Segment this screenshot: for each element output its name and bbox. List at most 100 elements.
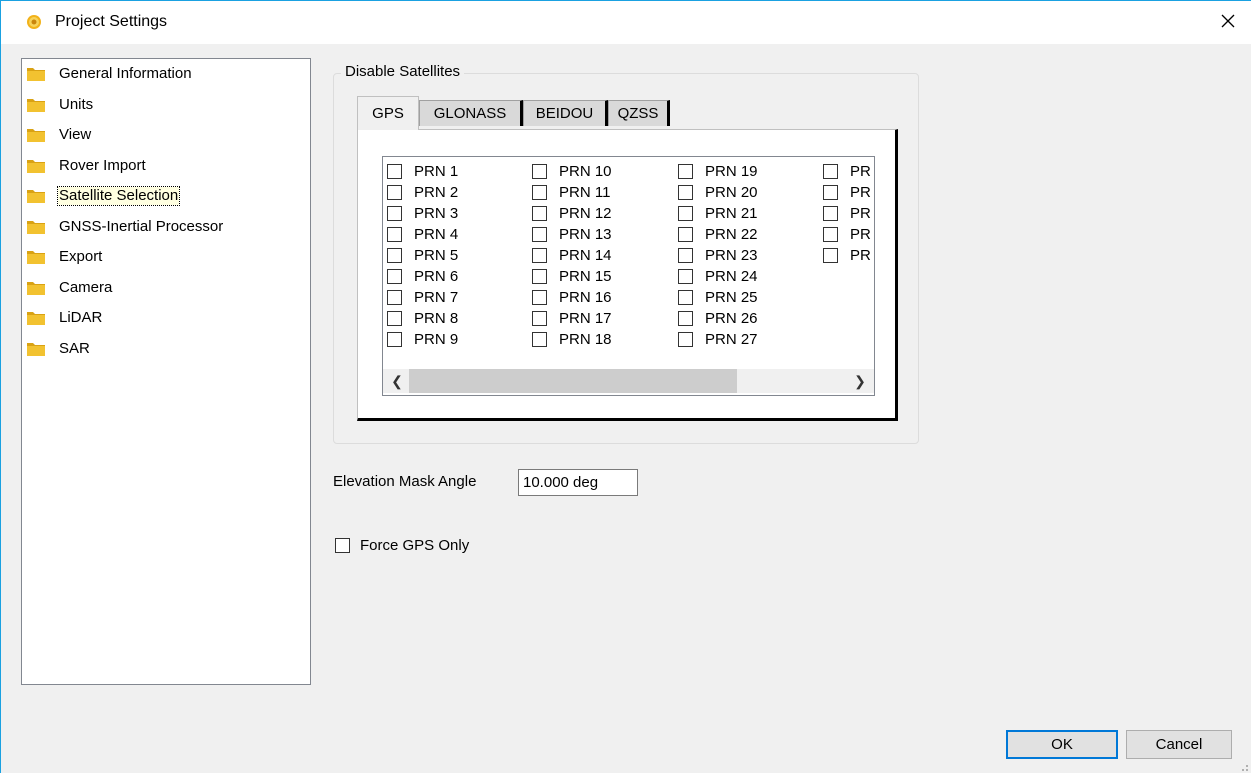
close-button[interactable] bbox=[1205, 1, 1251, 44]
checkbox[interactable] bbox=[387, 164, 402, 179]
elevation-mask-input[interactable] bbox=[518, 469, 638, 496]
checkbox[interactable] bbox=[532, 206, 547, 221]
checkbox[interactable] bbox=[387, 206, 402, 221]
tree-item-camera[interactable]: Camera bbox=[27, 278, 113, 298]
checkbox[interactable] bbox=[532, 332, 547, 347]
tree-item-view[interactable]: View bbox=[27, 125, 92, 145]
prn-checkbox[interactable]: PRN 2 bbox=[387, 182, 458, 203]
title-bar[interactable]: Project Settings bbox=[1, 1, 1251, 44]
prn-checkbox[interactable]: PRN 26 bbox=[678, 308, 758, 329]
prn-checkbox[interactable]: PRN 3 bbox=[387, 203, 458, 224]
scroll-left-icon[interactable]: ❮ bbox=[387, 371, 407, 391]
tab-glonass[interactable]: GLONASS bbox=[419, 100, 523, 126]
prn-label: PRN 2 bbox=[414, 184, 459, 201]
tree-item-label: LiDAR bbox=[59, 309, 103, 326]
scroll-thumb[interactable] bbox=[409, 369, 737, 393]
prn-checkbox[interactable]: PRN 23 bbox=[678, 245, 758, 266]
checkbox[interactable] bbox=[678, 269, 693, 284]
checkbox[interactable] bbox=[387, 290, 402, 305]
prn-checkbox[interactable]: PRN 27 bbox=[678, 329, 758, 350]
checkbox[interactable] bbox=[387, 248, 402, 263]
checkbox[interactable] bbox=[387, 227, 402, 242]
tree-item-label: GNSS-Inertial Processor bbox=[59, 217, 224, 235]
prn-checkbox[interactable]: PRN 4 bbox=[387, 224, 458, 245]
tree-item-sar[interactable]: SAR bbox=[27, 339, 91, 359]
checkbox[interactable] bbox=[823, 185, 838, 200]
force-gps-only-checkbox[interactable]: Force GPS Only bbox=[335, 537, 469, 554]
settings-tree[interactable]: General Information Units View Rover Import… bbox=[21, 58, 311, 685]
tree-item-rover-import[interactable]: Rover Import bbox=[27, 156, 147, 176]
tree-item-gnss-inertial-processor[interactable]: GNSS-Inertial Processor bbox=[27, 217, 224, 237]
prn-checkbox[interactable]: PR bbox=[823, 224, 871, 245]
prn-checkbox[interactable]: PRN 13 bbox=[532, 224, 612, 245]
cancel-button[interactable]: Cancel bbox=[1126, 730, 1232, 759]
prn-checkbox[interactable]: PRN 7 bbox=[387, 287, 458, 308]
prn-checkbox[interactable]: PRN 8 bbox=[387, 308, 458, 329]
prn-checkbox[interactable]: PRN 6 bbox=[387, 266, 458, 287]
prn-checkbox[interactable]: PR bbox=[823, 161, 871, 182]
prn-checkbox[interactable]: PR bbox=[823, 245, 871, 266]
checkbox[interactable] bbox=[387, 269, 402, 284]
checkbox[interactable] bbox=[823, 227, 838, 242]
checkbox[interactable] bbox=[532, 290, 547, 305]
tree-item-general-information[interactable]: General Information bbox=[27, 64, 193, 84]
checkbox[interactable] bbox=[678, 206, 693, 221]
checkbox[interactable] bbox=[678, 332, 693, 347]
scroll-right-icon[interactable]: ❯ bbox=[850, 371, 870, 391]
checkbox[interactable] bbox=[823, 248, 838, 263]
prn-checkbox[interactable]: PRN 24 bbox=[678, 266, 758, 287]
prn-checkbox-list[interactable]: PRN 1 PRN 2 PRN 3 PRN 4 PRN 5 PRN 6 PRN 7 PRN 8… bbox=[382, 156, 875, 396]
prn-checkbox[interactable]: PR bbox=[823, 203, 871, 224]
tab-qzss[interactable]: QZSS bbox=[608, 100, 670, 126]
tree-item-export[interactable]: Export bbox=[27, 247, 103, 267]
window-title: Project Settings bbox=[55, 13, 168, 30]
checkbox[interactable] bbox=[678, 311, 693, 326]
prn-checkbox[interactable]: PRN 21 bbox=[678, 203, 758, 224]
prn-checkbox[interactable]: PRN 10 bbox=[532, 161, 612, 182]
checkbox[interactable] bbox=[532, 164, 547, 179]
tree-item-label: Satellite Selection bbox=[56, 186, 181, 206]
prn-checkbox[interactable]: PRN 17 bbox=[532, 308, 612, 329]
checkbox[interactable] bbox=[532, 227, 547, 242]
checkbox[interactable] bbox=[678, 164, 693, 179]
prn-label: PRN 16 bbox=[559, 289, 612, 306]
prn-label: PRN 4 bbox=[414, 226, 459, 243]
checkbox[interactable] bbox=[387, 311, 402, 326]
prn-checkbox[interactable]: PRN 12 bbox=[532, 203, 612, 224]
prn-checkbox[interactable]: PRN 11 bbox=[532, 182, 612, 203]
checkbox[interactable] bbox=[532, 248, 547, 263]
checkbox[interactable] bbox=[387, 332, 402, 347]
checkbox[interactable] bbox=[678, 248, 693, 263]
tree-item-lidar[interactable]: LiDAR bbox=[27, 308, 103, 328]
prn-checkbox[interactable]: PRN 16 bbox=[532, 287, 612, 308]
tab-gps[interactable]: GPS bbox=[357, 96, 419, 130]
tab-beidou[interactable]: BEIDOU bbox=[523, 100, 608, 126]
prn-checkbox[interactable]: PRN 25 bbox=[678, 287, 758, 308]
checkbox[interactable] bbox=[678, 227, 693, 242]
horizontal-scrollbar[interactable]: ❮ ❯ bbox=[383, 369, 874, 393]
prn-checkbox[interactable]: PRN 1 bbox=[387, 161, 458, 182]
prn-checkbox[interactable]: PRN 14 bbox=[532, 245, 612, 266]
checkbox[interactable] bbox=[823, 206, 838, 221]
checkbox[interactable] bbox=[678, 185, 693, 200]
prn-checkbox[interactable]: PRN 5 bbox=[387, 245, 458, 266]
checkbox[interactable] bbox=[532, 269, 547, 284]
checkbox[interactable] bbox=[532, 311, 547, 326]
tree-item-satellite-selection[interactable]: Satellite Selection bbox=[27, 186, 181, 206]
prn-checkbox[interactable]: PRN 20 bbox=[678, 182, 758, 203]
prn-checkbox[interactable]: PRN 18 bbox=[532, 329, 612, 350]
checkbox[interactable] bbox=[335, 538, 350, 553]
resize-grip-icon[interactable] bbox=[1237, 759, 1249, 771]
prn-checkbox[interactable]: PRN 22 bbox=[678, 224, 758, 245]
ok-button[interactable]: OK bbox=[1006, 730, 1118, 759]
prn-checkbox[interactable]: PRN 15 bbox=[532, 266, 612, 287]
checkbox[interactable] bbox=[678, 290, 693, 305]
prn-checkbox[interactable]: PRN 19 bbox=[678, 161, 758, 182]
tree-item-units[interactable]: Units bbox=[27, 95, 94, 115]
checkbox[interactable] bbox=[387, 185, 402, 200]
folder-icon bbox=[27, 159, 45, 173]
checkbox[interactable] bbox=[532, 185, 547, 200]
prn-checkbox[interactable]: PRN 9 bbox=[387, 329, 458, 350]
prn-checkbox[interactable]: PR bbox=[823, 182, 871, 203]
checkbox[interactable] bbox=[823, 164, 838, 179]
